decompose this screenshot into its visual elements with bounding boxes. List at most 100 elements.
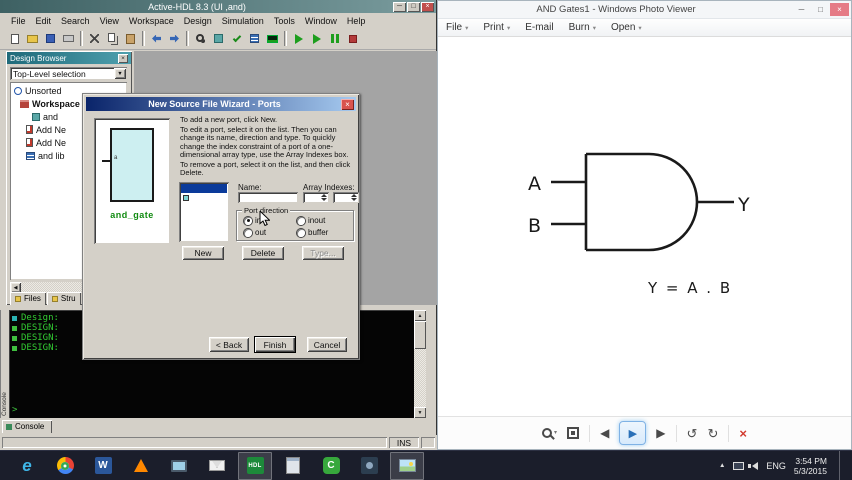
close-button[interactable]: × bbox=[830, 3, 849, 16]
run-for-icon[interactable] bbox=[308, 30, 325, 47]
console-scrollbar[interactable]: ▲ ▼ bbox=[414, 310, 426, 418]
taskbar-active-hdl[interactable]: HDL bbox=[238, 451, 272, 480]
active-hdl-titlebar[interactable]: Active-HDL 8.3 (UI ,and) ─ □ × bbox=[0, 0, 436, 13]
minimize-button[interactable]: ─ bbox=[792, 3, 811, 16]
check-icon[interactable] bbox=[228, 30, 245, 47]
scroll-up-icon[interactable]: ▲ bbox=[414, 310, 426, 321]
port-list-row[interactable] bbox=[181, 193, 227, 202]
next-button[interactable]: ▶ bbox=[656, 427, 665, 439]
finish-button[interactable]: Finish bbox=[255, 337, 295, 352]
new-button[interactable]: New bbox=[182, 246, 224, 260]
paste-icon[interactable] bbox=[122, 30, 139, 47]
menu-email[interactable]: E-mail bbox=[525, 22, 553, 33]
taskbar-calculator[interactable] bbox=[276, 452, 310, 480]
type-button[interactable]: Type... bbox=[302, 246, 344, 260]
library-icon[interactable] bbox=[246, 30, 263, 47]
taskbar-dark-app[interactable] bbox=[352, 452, 386, 480]
volume-icon[interactable] bbox=[748, 461, 759, 470]
menu-window[interactable]: Window bbox=[300, 16, 342, 26]
cut-icon[interactable] bbox=[86, 30, 103, 47]
undo-icon[interactable] bbox=[148, 30, 165, 47]
scroll-down-icon[interactable]: ▼ bbox=[414, 407, 426, 418]
language-indicator[interactable]: ENG bbox=[766, 461, 786, 471]
rotate-ccw-button[interactable]: ↺ bbox=[687, 427, 698, 440]
menu-open[interactable]: Open ▾ bbox=[611, 22, 642, 33]
zoom-icon[interactable]: ▾ bbox=[542, 428, 557, 438]
minimize-button[interactable]: ─ bbox=[393, 1, 406, 12]
wizard-close-button[interactable]: × bbox=[341, 98, 354, 110]
run-icon[interactable] bbox=[290, 30, 307, 47]
add-new-icon bbox=[26, 125, 33, 134]
radio-inout[interactable]: inout bbox=[297, 216, 325, 225]
print-icon[interactable] bbox=[60, 30, 77, 47]
menu-file[interactable]: File bbox=[6, 16, 31, 26]
menu-edit[interactable]: Edit bbox=[31, 16, 57, 26]
console-prompt[interactable]: > bbox=[12, 405, 17, 415]
port-list[interactable] bbox=[179, 182, 229, 242]
copy-icon[interactable] bbox=[104, 30, 121, 47]
wizard-titlebar[interactable]: New Source File Wizard - Ports × bbox=[86, 97, 356, 111]
back-button[interactable]: < Back bbox=[209, 337, 249, 352]
menu-file[interactable]: File ▾ bbox=[446, 22, 468, 33]
tab-structure[interactable]: Stru bbox=[46, 292, 81, 305]
show-desktop-button[interactable] bbox=[839, 450, 844, 480]
menu-tools[interactable]: Tools bbox=[269, 16, 300, 26]
taskbar: e W HDL C ▲ ENG 3:54 PM 5/3/2015 bbox=[0, 450, 852, 480]
design-icon bbox=[32, 112, 40, 121]
open-icon[interactable] bbox=[24, 30, 41, 47]
redo-icon[interactable] bbox=[166, 30, 183, 47]
delete-button[interactable]: × bbox=[739, 427, 747, 440]
play-slideshow-button[interactable]: ▶ bbox=[619, 421, 647, 445]
array-index-right-spinner[interactable] bbox=[333, 192, 359, 203]
design-browser-header[interactable]: Design Browser × bbox=[7, 52, 131, 64]
name-input[interactable] bbox=[238, 192, 298, 203]
cancel-button[interactable]: Cancel bbox=[307, 337, 347, 352]
scroll-track[interactable] bbox=[414, 349, 426, 407]
radio-out[interactable]: out bbox=[244, 228, 266, 237]
find-icon[interactable] bbox=[192, 30, 209, 47]
maximize-button[interactable]: □ bbox=[407, 1, 420, 12]
maximize-button[interactable]: □ bbox=[811, 3, 830, 16]
menu-help[interactable]: Help bbox=[342, 16, 371, 26]
taskbar-chrome[interactable] bbox=[48, 452, 82, 480]
photo-viewer-titlebar[interactable]: AND Gates1 - Windows Photo Viewer ─ □ × bbox=[438, 1, 851, 19]
waveform-icon[interactable] bbox=[264, 30, 281, 47]
menu-view[interactable]: View bbox=[95, 16, 124, 26]
panel-close-icon[interactable]: × bbox=[118, 53, 128, 63]
top-level-dropdown[interactable]: Top-Level selection ▼ bbox=[10, 67, 127, 80]
new-file-icon[interactable] bbox=[6, 30, 23, 47]
menu-burn[interactable]: Burn ▾ bbox=[569, 22, 596, 33]
menu-simulation[interactable]: Simulation bbox=[217, 16, 269, 26]
radio-buffer[interactable]: buffer bbox=[297, 228, 328, 237]
taskbar-internet-explorer[interactable]: e bbox=[10, 452, 44, 480]
taskbar-clock[interactable]: 3:54 PM 5/3/2015 bbox=[794, 456, 827, 476]
taskbar-c-app[interactable]: C bbox=[314, 452, 348, 480]
taskbar-display-app[interactable] bbox=[162, 452, 196, 480]
taskbar-word[interactable]: W bbox=[86, 452, 120, 480]
array-index-left-spinner[interactable] bbox=[303, 192, 329, 203]
actual-size-icon[interactable] bbox=[567, 427, 580, 439]
taskbar-media-player[interactable] bbox=[124, 452, 158, 480]
menu-design[interactable]: Design bbox=[179, 16, 217, 26]
compile-icon[interactable] bbox=[210, 30, 227, 47]
port-list-selected-row[interactable] bbox=[181, 184, 227, 193]
pause-icon[interactable] bbox=[326, 30, 343, 47]
close-button[interactable]: × bbox=[421, 1, 434, 12]
tab-files[interactable]: Files bbox=[10, 292, 46, 305]
taskbar-mail[interactable] bbox=[200, 452, 234, 480]
menu-search[interactable]: Search bbox=[56, 16, 95, 26]
scroll-thumb[interactable] bbox=[414, 321, 426, 349]
tab-console[interactable]: Console bbox=[2, 420, 52, 433]
hidden-icons-chevron[interactable]: ▲ bbox=[719, 462, 725, 469]
menu-print[interactable]: Print ▾ bbox=[483, 22, 510, 33]
chevron-down-icon[interactable]: ▼ bbox=[114, 68, 126, 79]
gate-output-label: Y bbox=[737, 194, 750, 216]
previous-button[interactable]: ◀ bbox=[600, 427, 609, 439]
taskbar-photo-viewer[interactable] bbox=[390, 451, 424, 480]
menu-workspace[interactable]: Workspace bbox=[124, 16, 179, 26]
rotate-cw-button[interactable]: ↻ bbox=[707, 427, 718, 440]
stop-icon[interactable] bbox=[344, 30, 361, 47]
network-icon[interactable] bbox=[733, 461, 745, 470]
delete-button[interactable]: Delete bbox=[242, 246, 284, 260]
save-icon[interactable] bbox=[42, 30, 59, 47]
